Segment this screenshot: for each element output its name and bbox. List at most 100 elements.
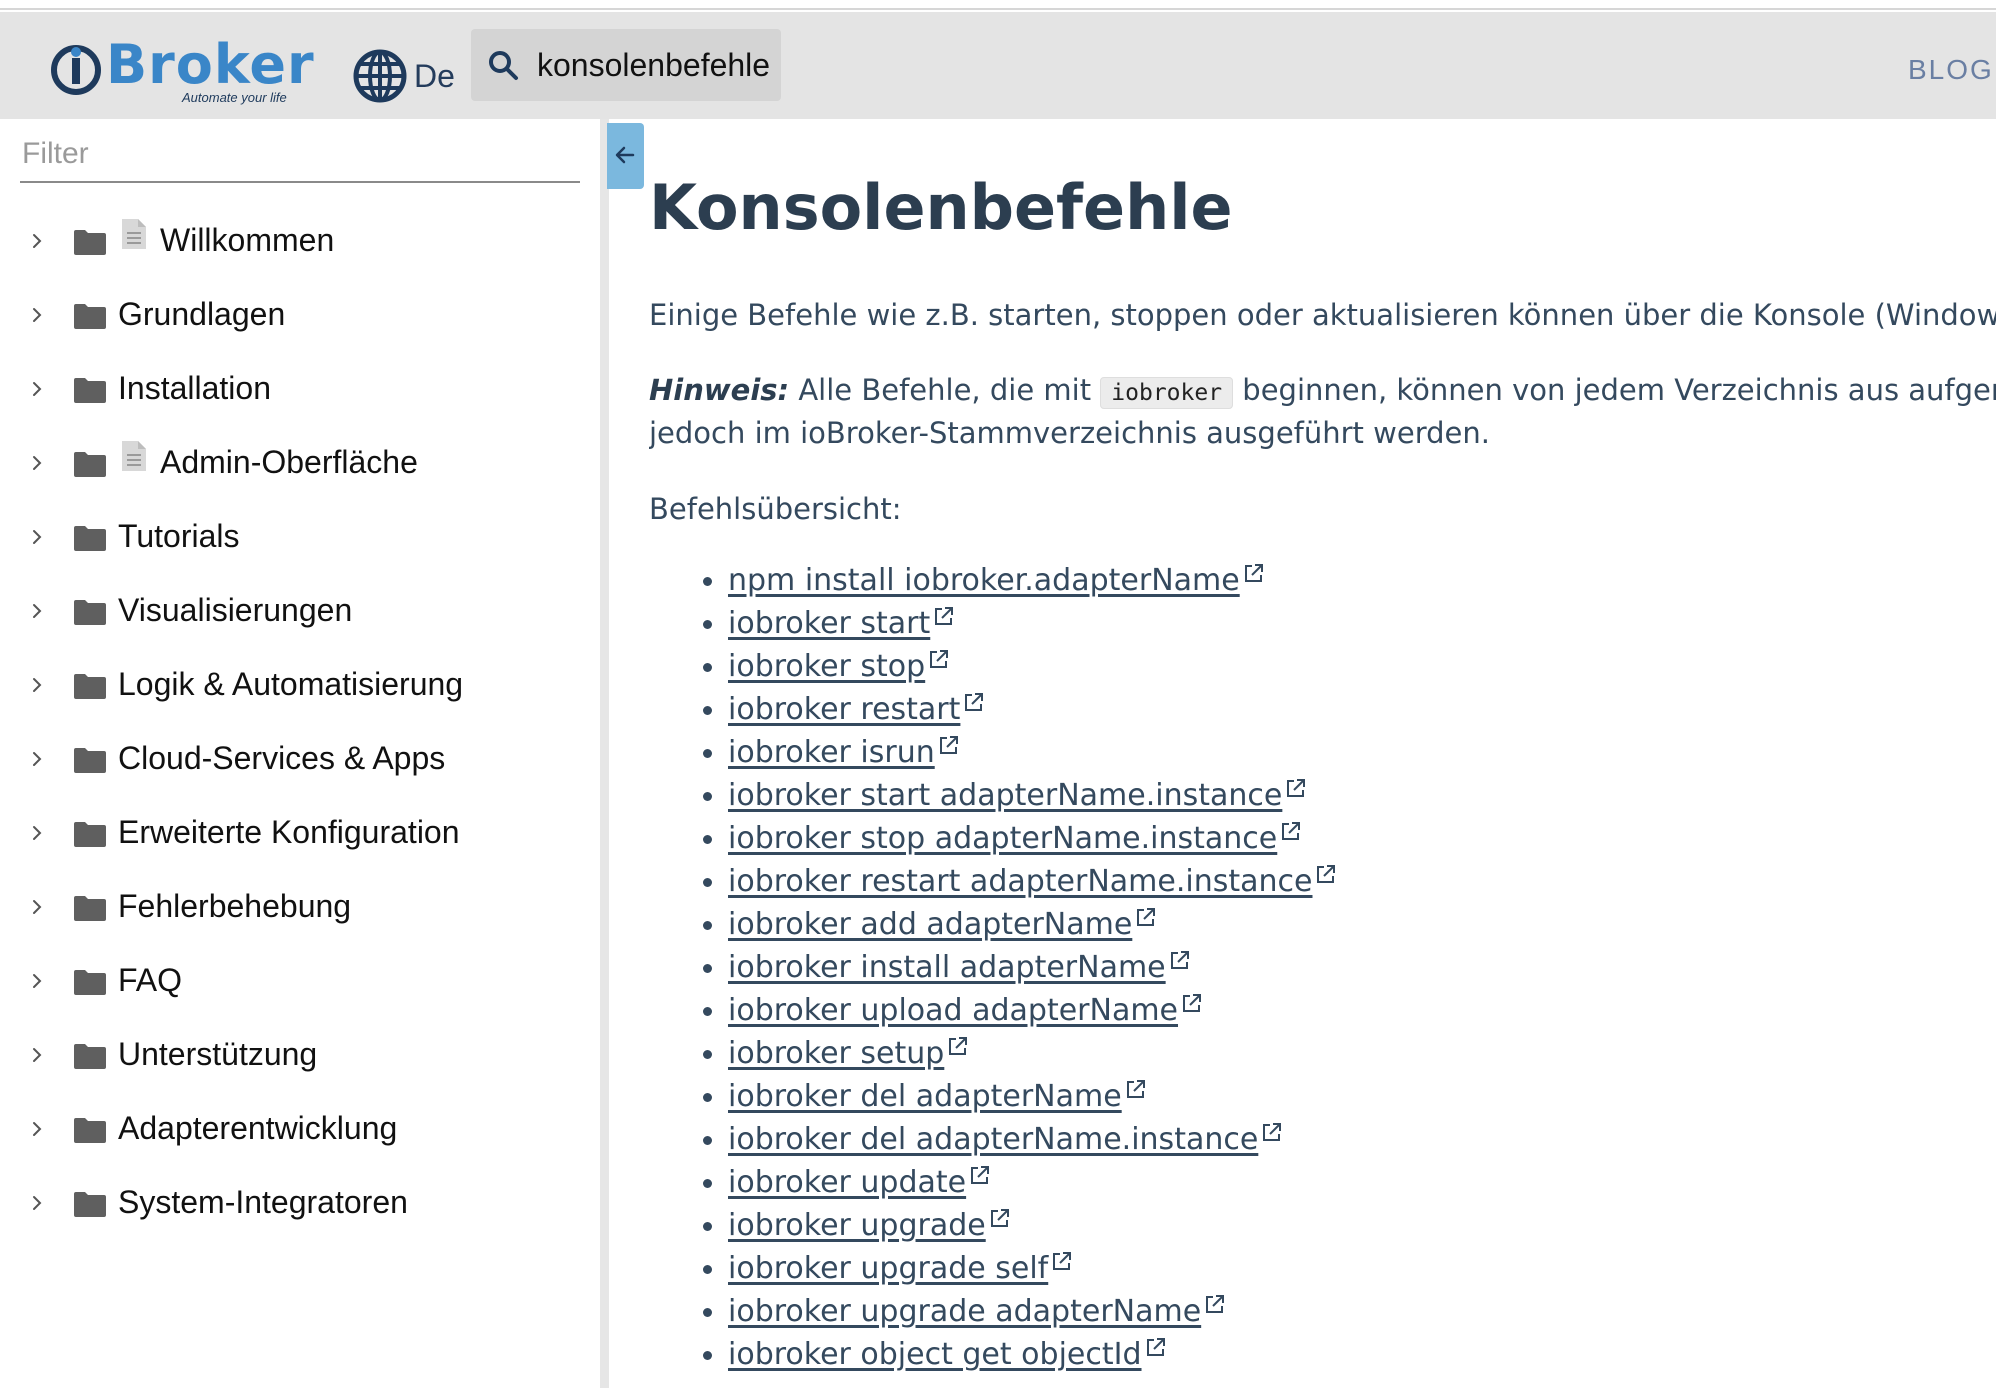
sidebar-item[interactable]: Adapterentwicklung [0,1092,600,1166]
sidebar-item[interactable]: Grundlagen [0,278,600,352]
folder-icon [74,378,106,403]
bullet [703,1222,712,1231]
logo-text: Broker [106,33,315,96]
command-link[interactable]: iobroker restart adapterName.instance [728,864,1312,899]
header: Broker Automate your life De BLOG [0,12,1996,119]
command-link[interactable]: iobroker start [728,606,930,641]
chevron-right-icon[interactable] [27,674,47,696]
command-link[interactable]: iobroker install adapterName [728,950,1166,985]
list-item: iobroker install adapterName [649,946,1336,989]
chevron-right-icon[interactable] [27,1192,47,1214]
chevron-right-icon[interactable] [27,1044,47,1066]
list-item: iobroker upgrade adapterName [649,1290,1336,1333]
external-link-icon [1146,1338,1165,1356]
command-link[interactable]: iobroker stop [728,649,925,684]
command-link[interactable]: iobroker start adapterName.instance [728,778,1282,813]
sidebar-item[interactable]: Unterstützung [0,1018,600,1092]
command-link[interactable]: iobroker update [728,1165,966,1200]
external-link-icon [930,650,949,668]
external-link-icon [1170,951,1189,969]
chevron-right-icon[interactable] [27,378,47,400]
external-link-icon [1206,1295,1225,1313]
command-link[interactable]: iobroker isrun [728,735,935,770]
sidebar-item-label: Admin-Oberfläche [160,444,418,480]
sidebar-item[interactable]: Visualisierungen [0,574,600,648]
sidebar-item[interactable]: Cloud-Services & Apps [0,722,600,796]
command-link[interactable]: npm install iobroker.adapterName [728,563,1240,598]
document-icon [122,441,146,471]
command-link[interactable]: iobroker object get objectId [728,1337,1142,1372]
command-link[interactable]: iobroker upgrade adapterName [728,1294,1201,1329]
sidebar-item[interactable]: Tutorials [0,500,600,574]
bullet [703,792,712,801]
hint-text-before: Alle Befehle, die mit [789,373,1101,407]
search-box[interactable] [471,29,781,101]
collapse-sidebar-button[interactable] [607,123,644,189]
iobroker-logo-icon [51,45,101,95]
command-link[interactable]: iobroker del adapterName [728,1079,1122,1114]
filter-input[interactable] [20,127,580,183]
chevron-right-icon[interactable] [27,452,47,474]
sidebar-divider[interactable] [600,119,609,1388]
list-item: iobroker del adapterName [649,1075,1336,1118]
sidebar-item[interactable]: Willkommen [0,204,600,278]
chevron-right-icon[interactable] [27,822,47,844]
command-link[interactable]: iobroker setup [728,1036,944,1071]
chevron-right-icon[interactable] [27,1118,47,1140]
sidebar: Willkommen Grundlagen Installation Admin-Ob… [0,119,600,1388]
sidebar-item-label: Adapterentwicklung [118,1110,398,1146]
sidebar-item[interactable]: System-Integratoren [0,1166,600,1240]
command-link[interactable]: iobroker add adapterName [728,907,1132,942]
sidebar-item-label: Willkommen [160,222,335,258]
command-link[interactable]: iobroker stop adapterName.instance [728,821,1277,856]
command-link[interactable]: iobroker del adapterName.instance [728,1122,1258,1157]
sidebar-item[interactable]: FAQ [0,944,600,1018]
bullet [703,706,712,715]
hint-paragraph: Hinweis: Alle Befehle, die mit iobroker … [649,369,1996,415]
command-link[interactable]: iobroker upgrade self [728,1251,1048,1286]
chevron-right-icon[interactable] [27,600,47,622]
chevron-right-icon[interactable] [27,304,47,326]
list-item: iobroker upgrade [649,1204,1336,1247]
globe-icon [353,49,407,103]
chevron-right-icon[interactable] [27,896,47,918]
sidebar-item[interactable]: Erweiterte Konfiguration [0,796,600,870]
language-selector[interactable]: De [352,48,455,104]
iobroker-logo[interactable]: Broker Automate your life [50,33,315,105]
list-item: iobroker start adapterName.instance [649,774,1336,817]
sidebar-item[interactable]: Admin-Oberfläche [0,426,600,500]
chevron-right-icon[interactable] [27,748,47,770]
command-link[interactable]: iobroker upload adapterName [728,993,1178,1028]
chevron-right-icon[interactable] [27,526,47,548]
logo-tagline: Automate your life [182,90,287,105]
bullet [703,964,712,973]
sidebar-item-label: Tutorials [118,518,240,554]
bullet [703,1007,712,1016]
blog-link[interactable]: BLOG [1908,54,1994,86]
external-link-icon [1137,908,1156,926]
command-link[interactable]: iobroker restart [728,692,960,727]
sidebar-item-label: Grundlagen [118,296,286,332]
command-link[interactable]: iobroker upgrade [728,1208,986,1243]
external-link-icon [965,693,984,711]
inline-code: iobroker [1100,377,1234,409]
search-input[interactable] [537,46,777,84]
search-icon [489,51,518,80]
sidebar-item-label: Cloud-Services & Apps [118,740,446,776]
folder-icon [74,896,106,921]
chevron-right-icon[interactable] [27,970,47,992]
chevron-right-icon[interactable] [27,230,47,252]
sidebar-item[interactable]: Logik & Automatisierung [0,648,600,722]
document-icon [122,219,146,249]
sidebar-item[interactable]: Fehlerbehebung [0,870,600,944]
top-border [0,0,1996,10]
list-item: iobroker upload adapterName [649,989,1336,1032]
sidebar-item[interactable]: Installation [0,352,600,426]
external-link-icon [1263,1123,1282,1141]
external-link-icon [1126,1080,1145,1098]
page-title: Konsolenbefehle [649,171,1233,244]
hint-label: Hinweis: [649,373,790,407]
sidebar-item-label: Unterstützung [118,1036,318,1072]
list-item: iobroker stop adapterName.instance [649,817,1336,860]
external-link-icon [1282,822,1301,840]
